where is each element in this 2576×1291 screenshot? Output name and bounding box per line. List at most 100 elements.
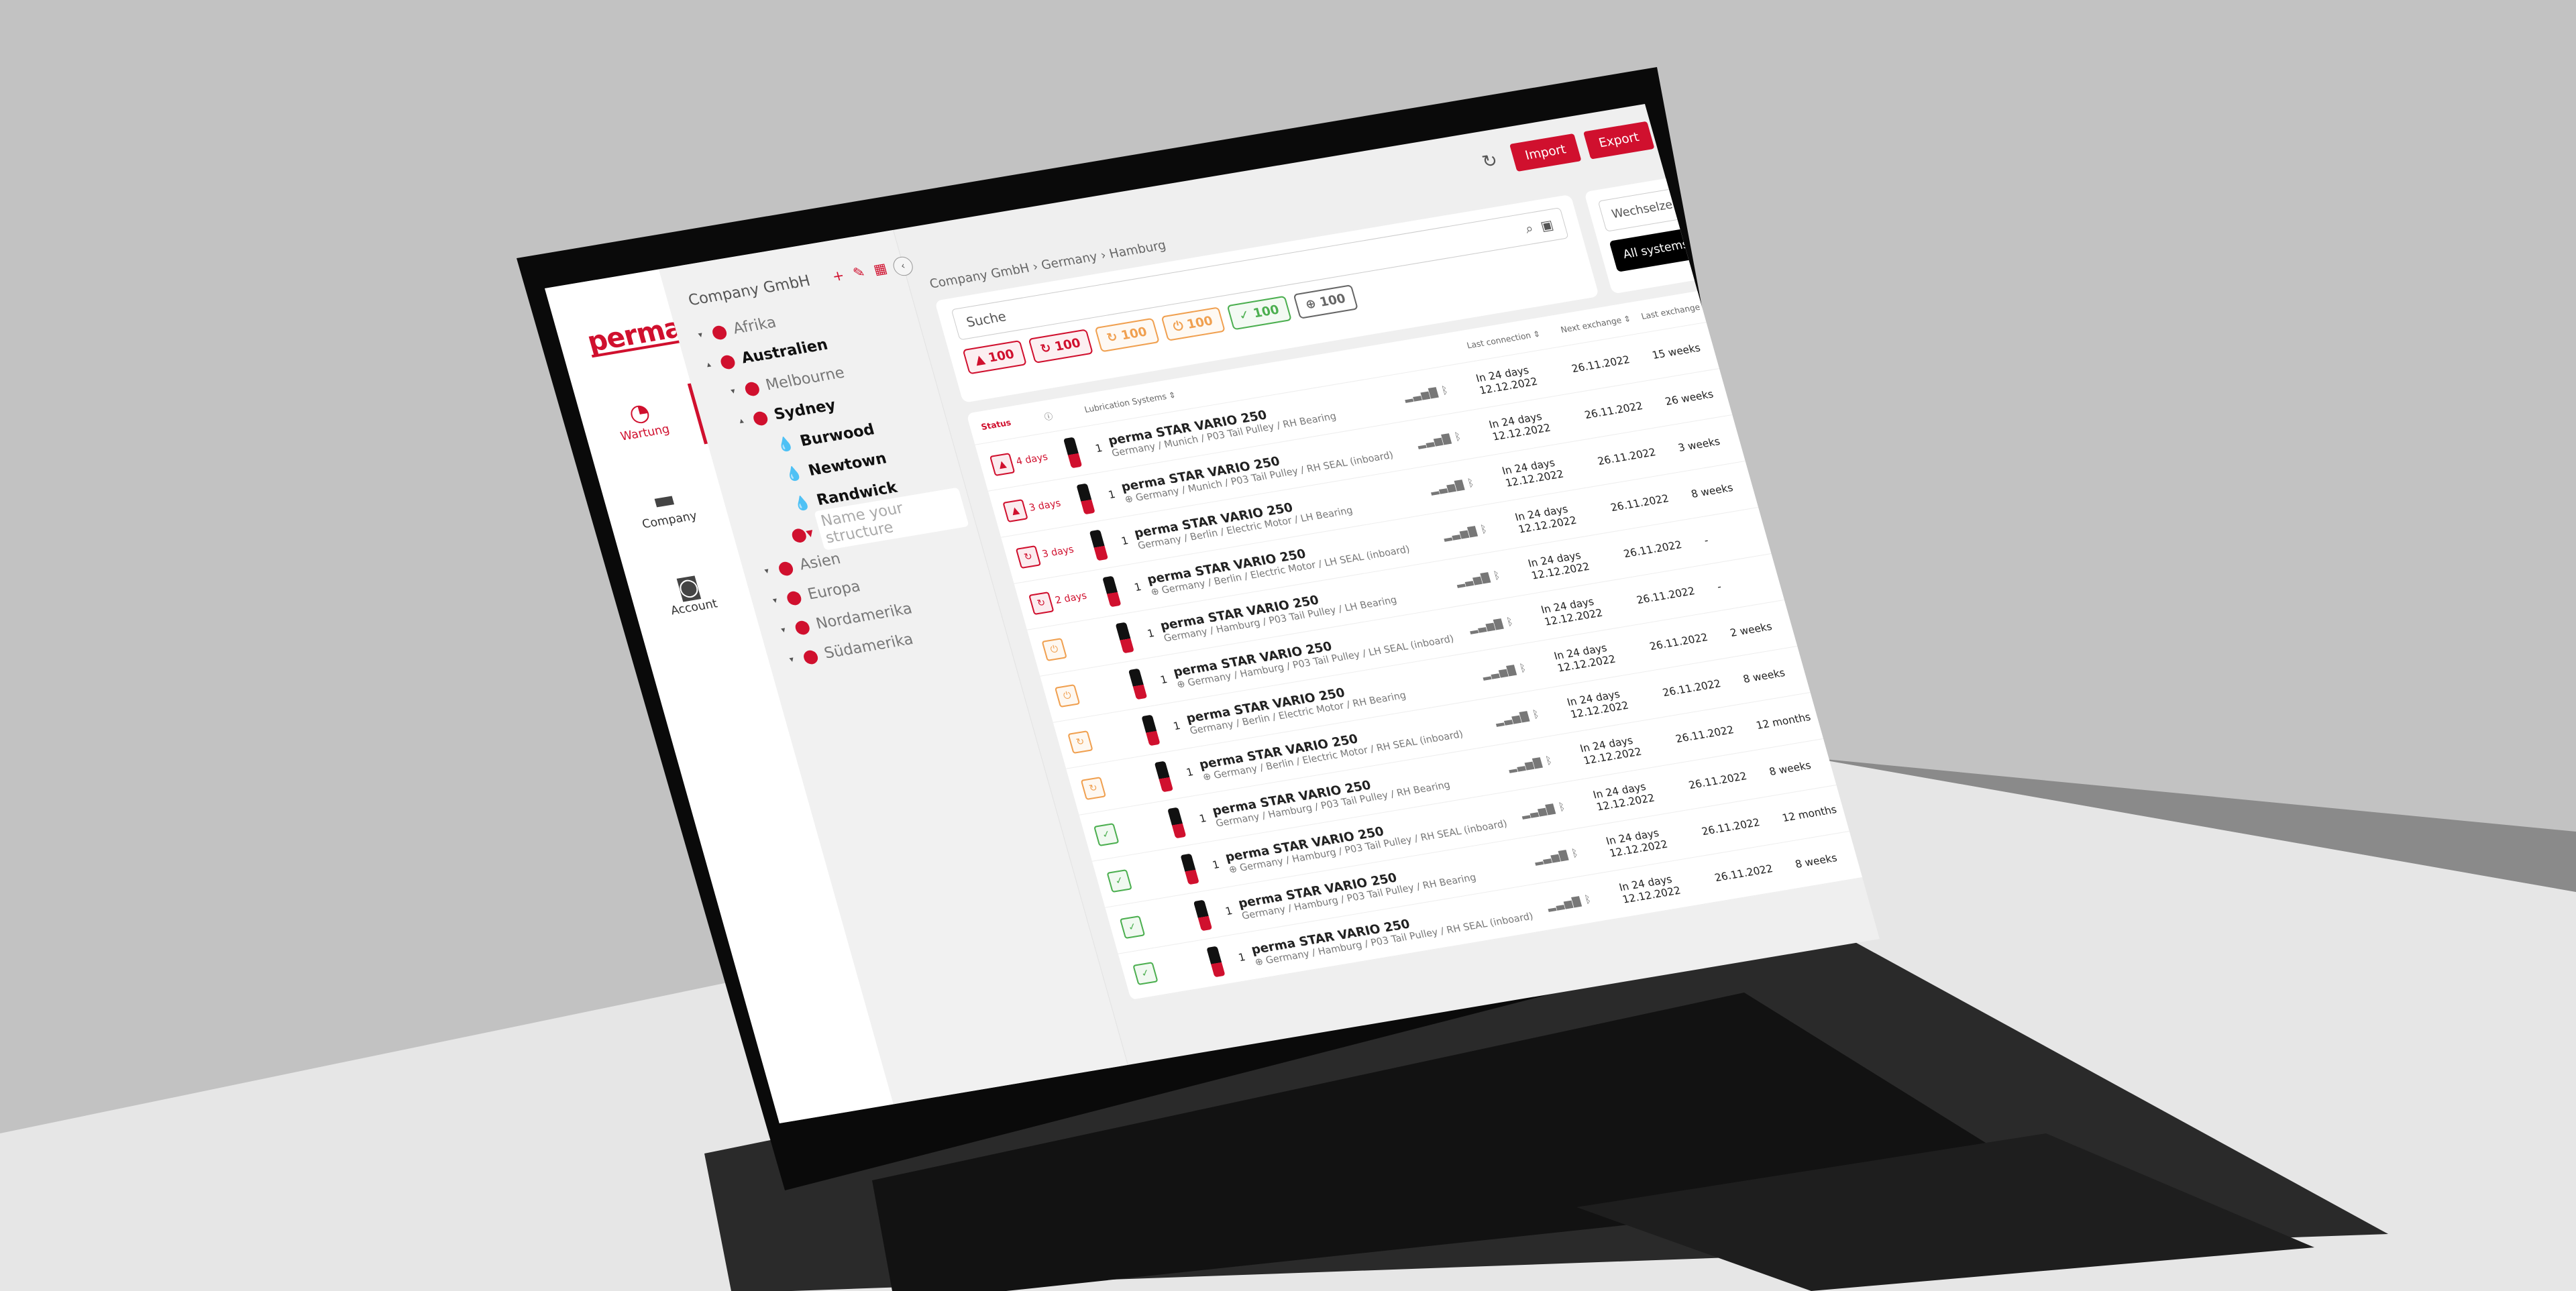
location-pin-icon[interactable]: ⬤▾ xyxy=(789,524,815,543)
location-pin-icon: ⬤ xyxy=(717,351,738,371)
signal-strength-icon: ▂▃▅▇ xyxy=(1467,616,1505,635)
signal-strength-icon: ▂▃▅▇ xyxy=(1519,801,1557,820)
add-icon[interactable]: + xyxy=(830,267,847,285)
nav-item-label: Wartung xyxy=(619,422,672,444)
bluetooth-icon: ᛒ xyxy=(1440,384,1450,397)
info-icon: ⓘ xyxy=(1043,410,1054,422)
bluetooth-icon: ᛒ xyxy=(1505,615,1515,628)
signal-strength-icon: ▂▃▅▇ xyxy=(1506,755,1544,774)
lubricator-image xyxy=(1167,807,1187,839)
status-days: 2 days xyxy=(1054,590,1088,607)
quantity: 1 xyxy=(1120,534,1130,548)
quantity: 1 xyxy=(1093,441,1104,455)
last-exchange: 26.11.2022 xyxy=(1583,399,1644,422)
last-exchange: 26.11.2022 xyxy=(1596,445,1658,468)
lubricator-image xyxy=(1102,575,1122,608)
bluetooth-icon: ᛒ xyxy=(1479,522,1489,536)
nav-item-company[interactable]: ▬ Company xyxy=(603,477,729,537)
refresh-icon[interactable]: ↻ xyxy=(1480,150,1500,173)
chevron-up-icon[interactable]: ▴ xyxy=(705,358,718,369)
location-pin-icon: ⬤ xyxy=(709,322,729,341)
col-status[interactable]: Status xyxy=(969,412,1046,433)
col-next-exchange[interactable]: Next exchange ⇕ xyxy=(1560,312,1643,335)
filter-chip-red[interactable]: ▲ 100 xyxy=(962,340,1027,375)
lubricator-image xyxy=(1115,622,1134,654)
maintenance-icon: ◔ xyxy=(625,398,653,429)
filter-chip-red[interactable]: ↻ 100 xyxy=(1028,329,1093,364)
status-alert-icon: ▲ xyxy=(1002,499,1028,523)
nav-item-label: Account xyxy=(669,596,719,618)
lubricator-image xyxy=(1154,761,1174,793)
status-refresh-icon: ↻ xyxy=(1067,730,1093,754)
folder-icon: ▬ xyxy=(649,485,679,516)
status-check-icon: ✓ xyxy=(1119,915,1146,940)
lubricator-image xyxy=(1128,668,1148,700)
import-button[interactable]: Import xyxy=(1509,133,1582,172)
location-pin-icon: ⬤ xyxy=(742,378,762,398)
last-exchange: 26.11.2022 xyxy=(1570,353,1631,376)
quantity: 1 xyxy=(1159,673,1169,687)
bluetooth-icon: ᛒ xyxy=(1582,893,1593,906)
location-pin-icon: ⬤ xyxy=(784,587,804,607)
search-icon[interactable]: ⌕ xyxy=(1523,221,1535,237)
chevron-down-icon[interactable]: ▾ xyxy=(730,385,743,396)
chevron-down-icon[interactable]: ▾ xyxy=(763,565,777,575)
status-days: 3 days xyxy=(1028,498,1063,514)
chevron-down-icon[interactable]: ▾ xyxy=(771,594,785,605)
filter-chip-orange[interactable]: ⏻ 100 xyxy=(1161,306,1226,341)
map-icon[interactable]: ▦ xyxy=(871,260,889,278)
quantity: 1 xyxy=(1132,580,1143,594)
bluetooth-icon: ᛒ xyxy=(1570,846,1580,860)
qr-scan-icon[interactable]: ▣ xyxy=(1539,217,1555,234)
bluetooth-icon: ᛒ xyxy=(1466,476,1477,490)
nav-item-wartung[interactable]: ◔ Wartung xyxy=(579,390,704,449)
tree-node-label: Sydney xyxy=(771,396,838,424)
status-check-icon: ✓ xyxy=(1093,823,1120,847)
status-check-icon: ✓ xyxy=(1106,869,1132,893)
bluetooth-icon: ᛒ xyxy=(1492,569,1503,582)
last-exchange: 26.11.2022 xyxy=(1674,723,1735,746)
nav-item-account[interactable]: ◙ Account xyxy=(628,564,753,624)
location-pin-icon: ⬤ xyxy=(792,617,812,636)
alert-icon: ▲ xyxy=(973,351,987,368)
search-placeholder: Suche xyxy=(965,308,1008,331)
check-icon: ✓ xyxy=(1237,307,1252,324)
quantity: 1 xyxy=(1146,626,1156,640)
chevron-down-icon[interactable]: ▾ xyxy=(780,624,794,634)
perma-logo: perma xyxy=(584,311,686,359)
quantity: 1 xyxy=(1211,858,1221,872)
filter-chip-green[interactable]: ✓ 100 xyxy=(1226,295,1292,331)
last-exchange: 26.11.2022 xyxy=(1622,538,1684,561)
quantity: 1 xyxy=(1185,765,1195,779)
signal-strength-icon: ▂▃▅▇ xyxy=(1441,524,1479,543)
signal-strength-icon: ▂▃▅▇ xyxy=(1532,848,1570,866)
location-pin-icon: ⬤ xyxy=(775,558,796,577)
edit-icon[interactable]: ✎ xyxy=(851,264,867,282)
status-refresh-icon: ↻ xyxy=(1080,777,1107,801)
lubricator-image xyxy=(1063,437,1083,469)
signal-strength-icon: ▂▃▅▇ xyxy=(1428,478,1466,496)
bluetooth-icon: ᛒ xyxy=(1557,800,1568,813)
quantity: 1 xyxy=(1224,904,1234,918)
filter-chip-orange[interactable]: ↻ 100 xyxy=(1094,317,1160,353)
status-days: 4 days xyxy=(1014,451,1049,468)
lubricator-image xyxy=(1076,483,1095,515)
signal-strength-icon: ▂▃▅▇ xyxy=(1545,894,1583,913)
last-exchange: 26.11.2022 xyxy=(1609,492,1670,514)
export-button[interactable]: Export xyxy=(1582,121,1655,160)
bluetooth-icon: ᛒ xyxy=(1517,661,1528,675)
status-refresh-icon: ↻ xyxy=(1028,592,1055,616)
last-exchange: 26.11.2022 xyxy=(1648,630,1709,653)
status-power-icon: ⏻ xyxy=(1041,638,1067,662)
filter-chip-gray[interactable]: ⊕ 100 xyxy=(1293,284,1358,319)
lubricator-image xyxy=(1141,714,1161,746)
chevron-down-icon[interactable]: ▾ xyxy=(697,329,710,339)
quantity: 1 xyxy=(1236,950,1247,964)
quantity: 1 xyxy=(1107,488,1117,502)
chevron-down-icon[interactable]: ▾ xyxy=(788,653,802,664)
chevron-up-icon[interactable]: ▴ xyxy=(738,414,751,425)
refresh-icon: ↻ xyxy=(1105,329,1120,346)
status-days: 3 days xyxy=(1040,544,1075,561)
col-last-connection[interactable]: Last connection ⇕ xyxy=(1466,325,1562,350)
tree-node-label: Afrika xyxy=(731,313,778,338)
